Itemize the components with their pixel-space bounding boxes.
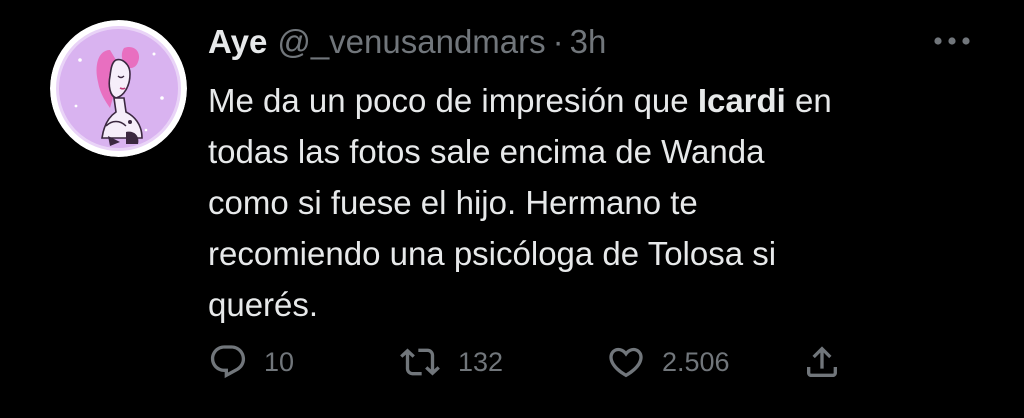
tweet-line-1: Me da un poco de impresión que Icardi en	[208, 75, 988, 126]
tweet-timestamp[interactable]: 3h	[570, 22, 607, 62]
tweet-line-4: recomiendo una psicóloga de Tolosa si	[208, 235, 777, 272]
share-icon	[807, 346, 837, 377]
like-button[interactable]: 2.506	[606, 340, 730, 384]
tweet-text-segment: Me da un poco de impresión que	[208, 82, 698, 119]
tweet[interactable]: Aye @_venusandmars · 3h Me da un poco de…	[0, 0, 1024, 418]
reply-count: 10	[264, 346, 295, 377]
author-handle[interactable]: @_venusandmars	[277, 22, 545, 62]
retweet-icon	[400, 348, 440, 376]
more-dots-icon	[934, 37, 970, 45]
tweet-header: Aye @_venusandmars · 3h	[208, 22, 606, 62]
retweet-count: 132	[458, 346, 504, 377]
tweet-line-3: como si fuese el hijo. Hermano te	[208, 184, 698, 221]
tweet-text: Me da un poco de impresión que Icardi en…	[208, 75, 988, 330]
tweet-text-bold: Icardi	[697, 82, 786, 119]
separator-dot: ·	[552, 23, 564, 60]
retweet-button[interactable]: 132	[398, 340, 503, 384]
avatar[interactable]	[50, 20, 187, 157]
author-name[interactable]: Aye	[208, 22, 267, 62]
reply-bubble-icon	[210, 345, 246, 379]
tweet-line-2: todas las fotos sale encima de Wanda	[208, 133, 765, 170]
tweet-line-5: querés.	[208, 286, 319, 323]
avatar-illustration	[50, 20, 187, 157]
heart-icon	[609, 347, 643, 378]
reply-button[interactable]: 10	[208, 340, 294, 384]
share-button[interactable]	[802, 340, 842, 384]
more-options-button[interactable]	[930, 28, 974, 54]
like-count: 2.506	[662, 346, 730, 377]
tweet-text-segment: en	[785, 82, 832, 119]
